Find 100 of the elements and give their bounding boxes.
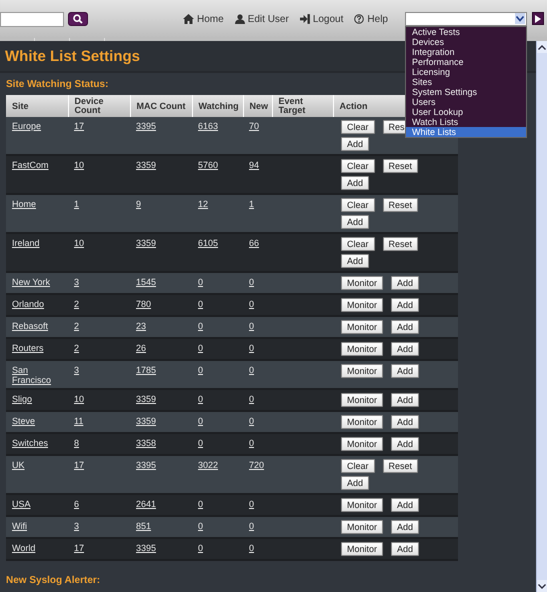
table-link[interactable]: 0: [249, 365, 254, 375]
table-link[interactable]: World: [12, 543, 36, 553]
table-link[interactable]: 6105: [198, 238, 218, 248]
action-button[interactable]: Monitor: [341, 542, 384, 556]
action-button[interactable]: Clear: [341, 459, 375, 473]
action-button[interactable]: Add: [391, 364, 420, 378]
table-link[interactable]: 0: [198, 499, 204, 509]
action-button[interactable]: Add: [341, 254, 370, 268]
table-link[interactable]: 0: [198, 365, 204, 375]
table-link[interactable]: 0: [198, 521, 204, 531]
table-link[interactable]: 2: [74, 321, 80, 331]
table-link[interactable]: 9: [136, 199, 142, 209]
action-button[interactable]: Add: [391, 520, 420, 534]
table-link[interactable]: 0: [198, 343, 204, 353]
table-link[interactable]: 851: [136, 521, 152, 531]
action-button[interactable]: Add: [391, 393, 420, 407]
table-link[interactable]: 3395: [136, 460, 156, 470]
table-link[interactable]: 0: [249, 416, 254, 426]
table-link[interactable]: 1: [74, 199, 80, 209]
table-link[interactable]: 0: [249, 521, 254, 531]
table-link[interactable]: 3395: [136, 121, 156, 131]
action-button[interactable]: Add: [391, 320, 420, 334]
table-link[interactable]: 17: [74, 543, 84, 553]
dropdown-option[interactable]: Performance: [406, 57, 526, 67]
action-button[interactable]: Monitor: [341, 342, 384, 356]
action-button[interactable]: Add: [391, 437, 420, 451]
dropdown-option[interactable]: Sites: [406, 77, 526, 87]
table-link[interactable]: 720: [249, 460, 264, 470]
table-link[interactable]: 3359: [136, 238, 156, 248]
table-link[interactable]: 0: [198, 416, 204, 426]
action-button[interactable]: Monitor: [341, 320, 384, 334]
action-button[interactable]: Add: [341, 176, 370, 190]
action-button[interactable]: Add: [391, 276, 420, 290]
table-link[interactable]: 3359: [136, 160, 156, 170]
nav-link[interactable]: Edit User: [234, 14, 289, 24]
table-link[interactable]: 3395: [136, 543, 156, 553]
action-button[interactable]: Reset: [382, 159, 418, 173]
action-button[interactable]: Monitor: [341, 498, 384, 512]
dropdown-option[interactable]: Integration: [406, 47, 526, 57]
table-link[interactable]: 1785: [136, 365, 156, 375]
table-link[interactable]: 0: [198, 321, 204, 331]
table-link[interactable]: 0: [249, 299, 254, 309]
action-button[interactable]: Add: [341, 215, 370, 229]
table-link[interactable]: 0: [249, 394, 254, 404]
table-link[interactable]: Europe: [12, 121, 42, 131]
table-link[interactable]: FastCom: [12, 160, 49, 170]
action-button[interactable]: Clear: [341, 198, 375, 212]
table-link[interactable]: 0: [249, 277, 254, 287]
action-button[interactable]: Clear: [341, 120, 375, 134]
dropdown-option[interactable]: Active Tests: [406, 27, 526, 37]
search-field[interactable]: [0, 12, 64, 26]
nav-link[interactable]: Logout: [300, 14, 344, 24]
action-button[interactable]: Monitor: [341, 415, 384, 429]
table-link[interactable]: 8: [74, 438, 80, 448]
action-button[interactable]: Reset: [382, 198, 418, 212]
table-link[interactable]: Ireland: [12, 238, 40, 248]
table-link[interactable]: UK: [12, 460, 25, 470]
dropdown-option[interactable]: White Lists: [406, 127, 526, 137]
scrollbar[interactable]: [536, 41, 547, 592]
table-link[interactable]: 0: [198, 394, 204, 404]
dropdown-option[interactable]: Devices: [406, 37, 526, 47]
table-link[interactable]: 1545: [136, 277, 156, 287]
table-link[interactable]: 94: [249, 160, 260, 170]
action-button[interactable]: Reset: [382, 237, 418, 251]
table-link[interactable]: 3: [74, 277, 80, 287]
action-button[interactable]: Reset: [382, 459, 418, 473]
table-link[interactable]: 0: [249, 343, 254, 353]
action-button[interactable]: Clear: [341, 237, 375, 251]
table-link[interactable]: 3022: [198, 460, 218, 470]
table-link[interactable]: 3: [74, 521, 80, 531]
action-button[interactable]: Clear: [341, 159, 375, 173]
table-link[interactable]: Wifi: [12, 521, 27, 531]
dropdown-option[interactable]: Licensing: [406, 67, 526, 77]
table-link[interactable]: 0: [198, 438, 204, 448]
go-button[interactable]: [532, 12, 544, 25]
table-link[interactable]: 1: [249, 199, 254, 209]
table-link[interactable]: 10: [74, 160, 84, 170]
nav-link[interactable]: Home: [183, 14, 224, 24]
table-link[interactable]: 70: [249, 121, 260, 131]
table-link[interactable]: 3359: [136, 394, 156, 404]
table-link[interactable]: USA: [12, 499, 31, 509]
table-link[interactable]: 17: [74, 121, 84, 131]
nav-link[interactable]: Help: [354, 14, 388, 24]
action-button[interactable]: Add: [391, 415, 420, 429]
table-link[interactable]: 0: [198, 543, 204, 553]
table-link[interactable]: 10: [74, 238, 84, 248]
table-link[interactable]: 3: [74, 365, 80, 375]
table-link[interactable]: 66: [249, 238, 260, 248]
table-link[interactable]: 10: [74, 394, 84, 404]
table-link[interactable]: Home: [12, 199, 36, 209]
action-button[interactable]: Add: [391, 298, 420, 312]
action-button[interactable]: Monitor: [341, 393, 384, 407]
action-button[interactable]: Monitor: [341, 298, 384, 312]
table-link[interactable]: 11: [74, 416, 84, 426]
table-link[interactable]: 0: [249, 543, 254, 553]
action-button[interactable]: Monitor: [341, 437, 384, 451]
table-link[interactable]: 12: [198, 199, 208, 209]
action-button[interactable]: Add: [391, 498, 420, 512]
table-link[interactable]: 0: [249, 438, 254, 448]
table-link[interactable]: 2641: [136, 499, 156, 509]
